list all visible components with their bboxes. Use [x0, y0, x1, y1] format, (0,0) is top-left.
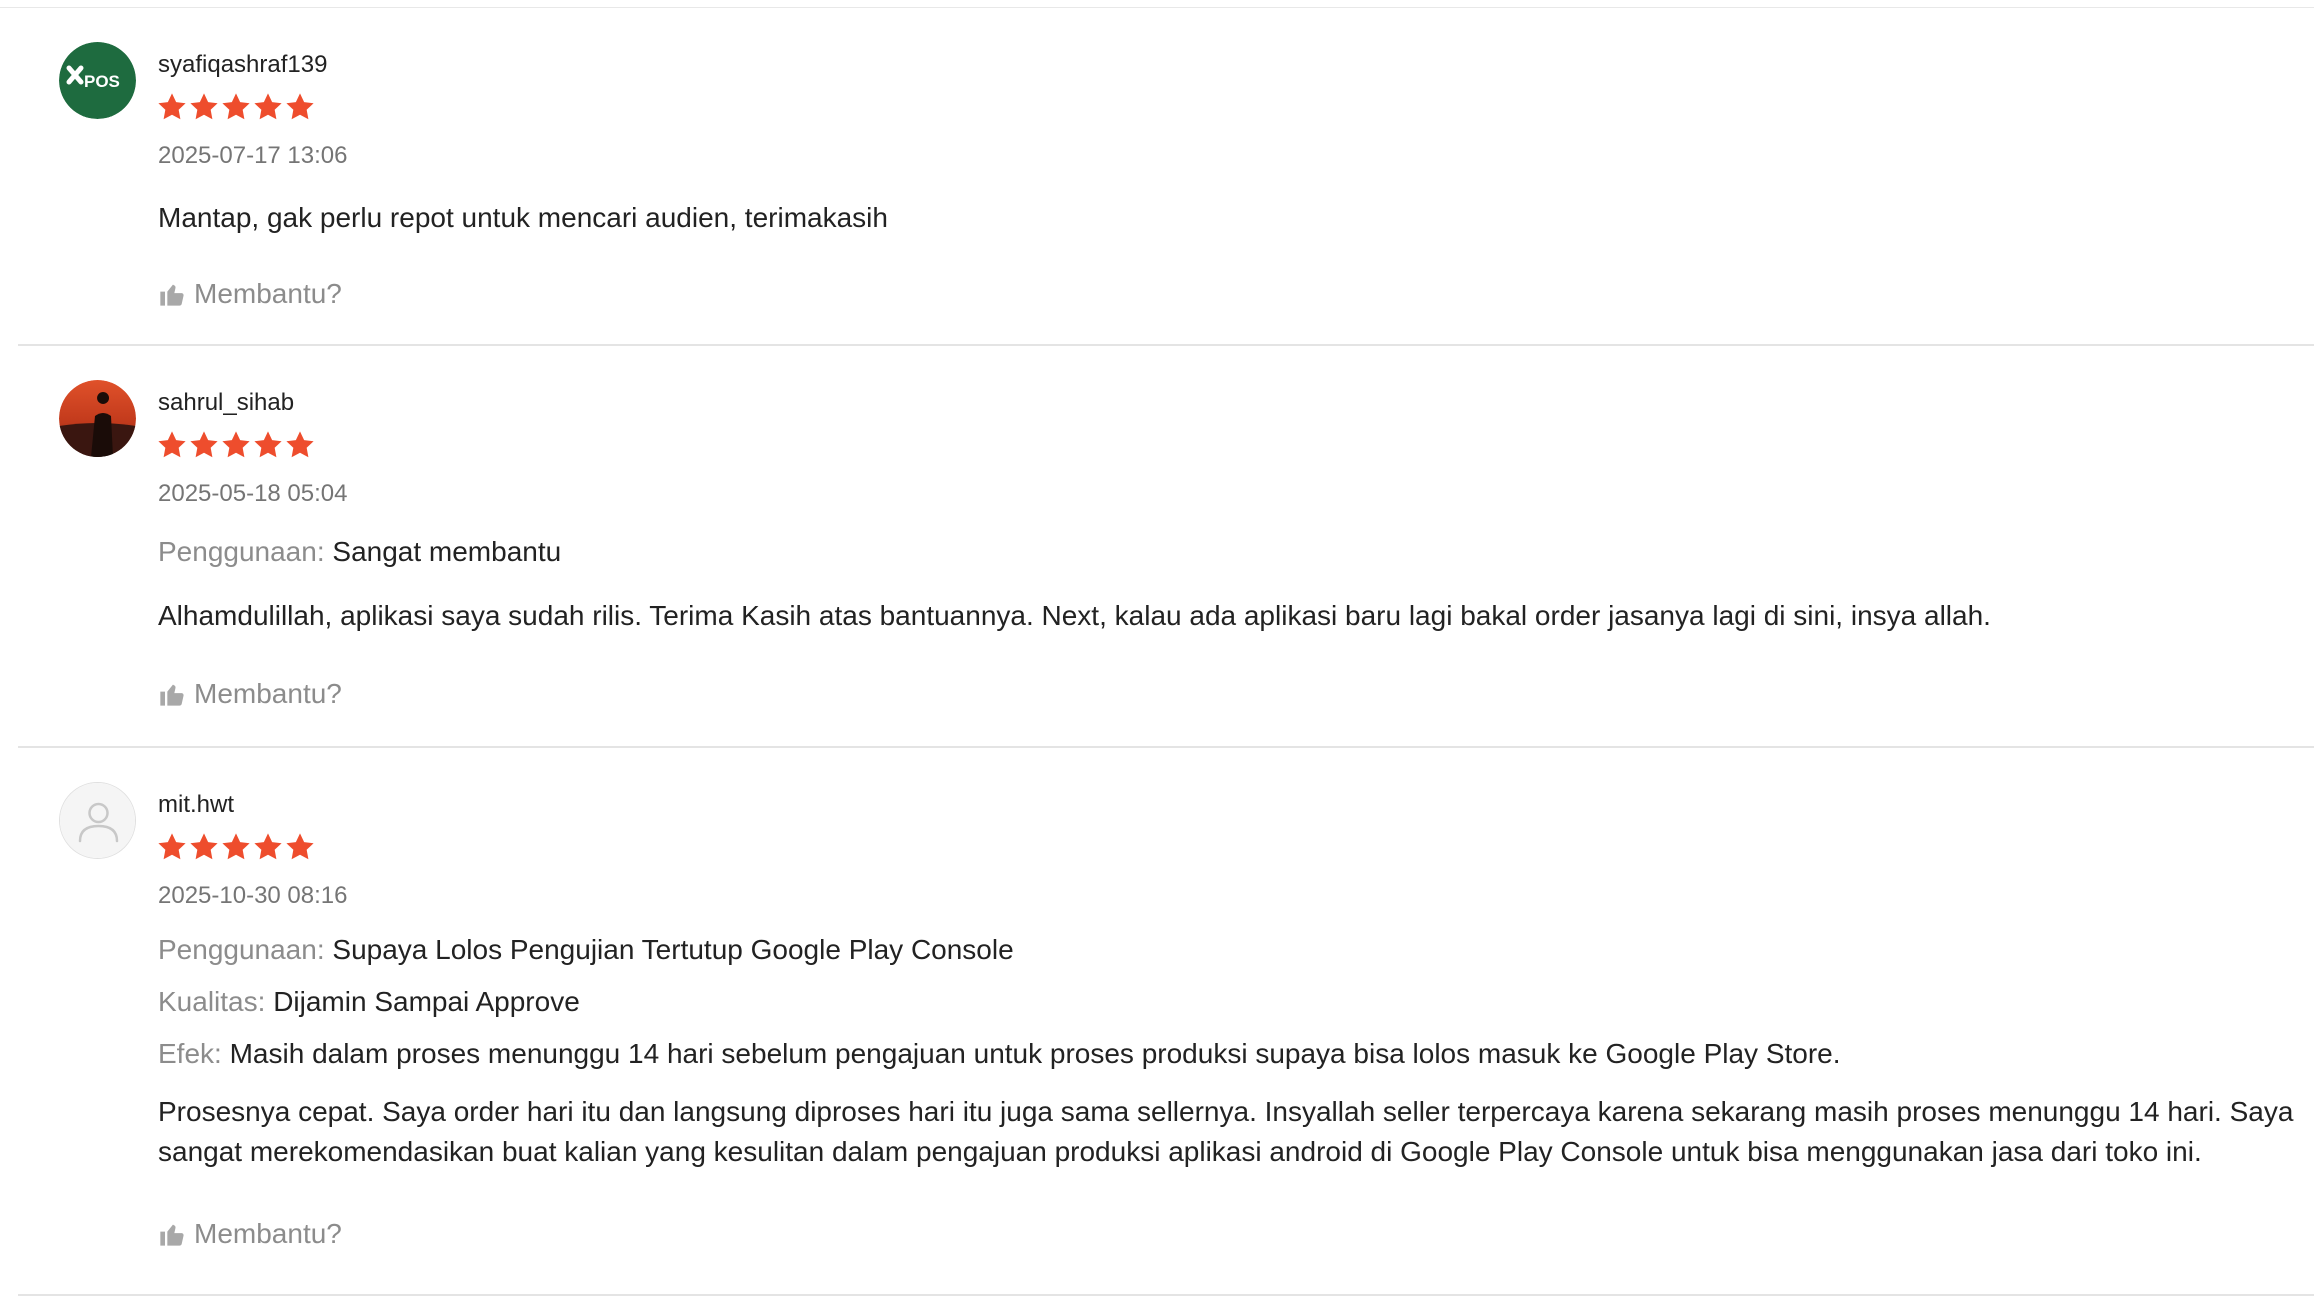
review-comment: Mantap, gak perlu repot untuk mencari au…	[158, 202, 888, 233]
star-icon	[190, 833, 218, 860]
star-rating	[156, 831, 316, 865]
attribute-label: Efek:	[158, 1038, 222, 1069]
review-username: syafiqashraf139	[158, 51, 328, 78]
star-icon	[286, 833, 314, 860]
review-item: sahrul_sihab 2025-05-18 05:04 Penggunaan…	[18, 346, 2314, 748]
star-icon	[254, 431, 282, 458]
avatar[interactable]	[59, 380, 136, 457]
attribute-label: Penggunaan:	[158, 934, 325, 965]
star-icon	[222, 93, 250, 120]
star-rating	[156, 429, 316, 463]
attribute-value: Supaya Lolos Pengujian Tertutup Google P…	[332, 934, 1014, 965]
helpful-label: Membantu?	[194, 678, 342, 709]
user-icon	[60, 783, 135, 858]
avatar[interactable]	[59, 782, 136, 859]
attribute-label: Penggunaan:	[158, 536, 325, 567]
attribute-row: Kualitas: Dijamin Sampai Approve	[158, 984, 580, 1020]
avatar[interactable]: POS	[59, 42, 136, 119]
review-date: 2025-07-17 13:06	[158, 142, 348, 169]
star-icon	[254, 93, 282, 120]
star-icon	[190, 93, 218, 120]
review-date: 2025-05-18 05:04	[158, 480, 348, 507]
star-icon	[158, 431, 186, 458]
helpful-button[interactable]: Membantu?	[158, 278, 342, 310]
attribute-label: Kualitas:	[158, 986, 266, 1017]
review-username: mit.hwt	[158, 791, 235, 818]
thumbs-up-icon	[160, 1224, 184, 1246]
helpful-button[interactable]: Membantu?	[158, 678, 342, 710]
star-icon	[222, 833, 250, 860]
star-icon	[190, 431, 218, 458]
attribute-value: Dijamin Sampai Approve	[273, 986, 580, 1017]
attribute-value: Masih dalam proses menunggu 14 hari sebe…	[229, 1038, 1841, 1069]
star-rating	[156, 91, 316, 125]
avatar-logo-text: POS	[84, 72, 120, 91]
review-item: mit.hwt 2025-10-30 08:16 Penggunaan: Sup…	[18, 748, 2314, 1296]
review-comment: Prosesnya cepat. Saya order hari itu dan…	[158, 1096, 2294, 1167]
star-icon	[286, 93, 314, 120]
star-icon	[158, 833, 186, 860]
attribute-row: Penggunaan: Sangat membantu	[158, 534, 561, 570]
star-icon	[286, 431, 314, 458]
attribute-row: Penggunaan: Supaya Lolos Pengujian Tertu…	[158, 932, 1014, 968]
star-icon	[254, 833, 282, 860]
attribute-row: Efek: Masih dalam proses menunggu 14 har…	[158, 1036, 1841, 1072]
star-icon	[222, 431, 250, 458]
review-date: 2025-10-30 08:16	[158, 882, 348, 909]
review-comment: Alhamdulillah, aplikasi saya sudah rilis…	[158, 600, 1991, 631]
thumbs-up-icon	[160, 284, 184, 306]
thumbs-up-icon	[160, 684, 184, 706]
review-username: sahrul_sihab	[158, 389, 295, 416]
attribute-value: Sangat membantu	[332, 536, 562, 567]
helpful-label: Membantu?	[194, 278, 342, 309]
helpful-button[interactable]: Membantu?	[158, 1218, 342, 1250]
helpful-label: Membantu?	[194, 1218, 342, 1249]
review-item: POS syafiqashraf139 2025-07-17 13:06 Man…	[18, 8, 2314, 346]
star-icon	[158, 93, 186, 120]
